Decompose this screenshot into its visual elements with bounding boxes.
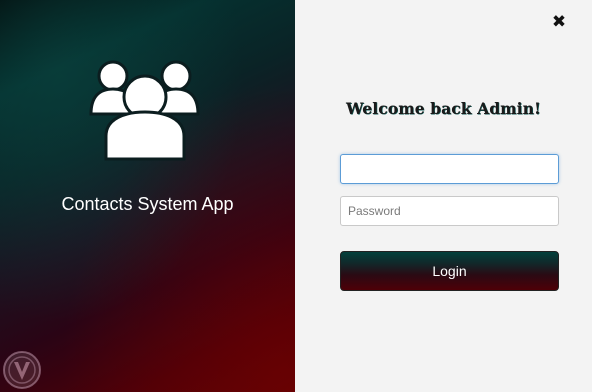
shield-logo-icon — [3, 351, 41, 389]
app-title: Contacts System App — [61, 194, 234, 214]
branding-panel: Contacts System App — [0, 0, 295, 392]
login-panel: ✖ Welcome back Admin! Login — [295, 0, 592, 392]
login-button[interactable]: Login — [340, 251, 559, 291]
login-window: Contacts System App ✖ Welcome back Admin… — [0, 0, 592, 392]
username-input[interactable] — [340, 154, 559, 184]
password-input[interactable] — [340, 196, 559, 226]
users-group-icon — [89, 60, 200, 161]
close-icon[interactable]: ✖ — [551, 13, 567, 31]
welcome-heading: Welcome back Admin! — [346, 99, 541, 118]
